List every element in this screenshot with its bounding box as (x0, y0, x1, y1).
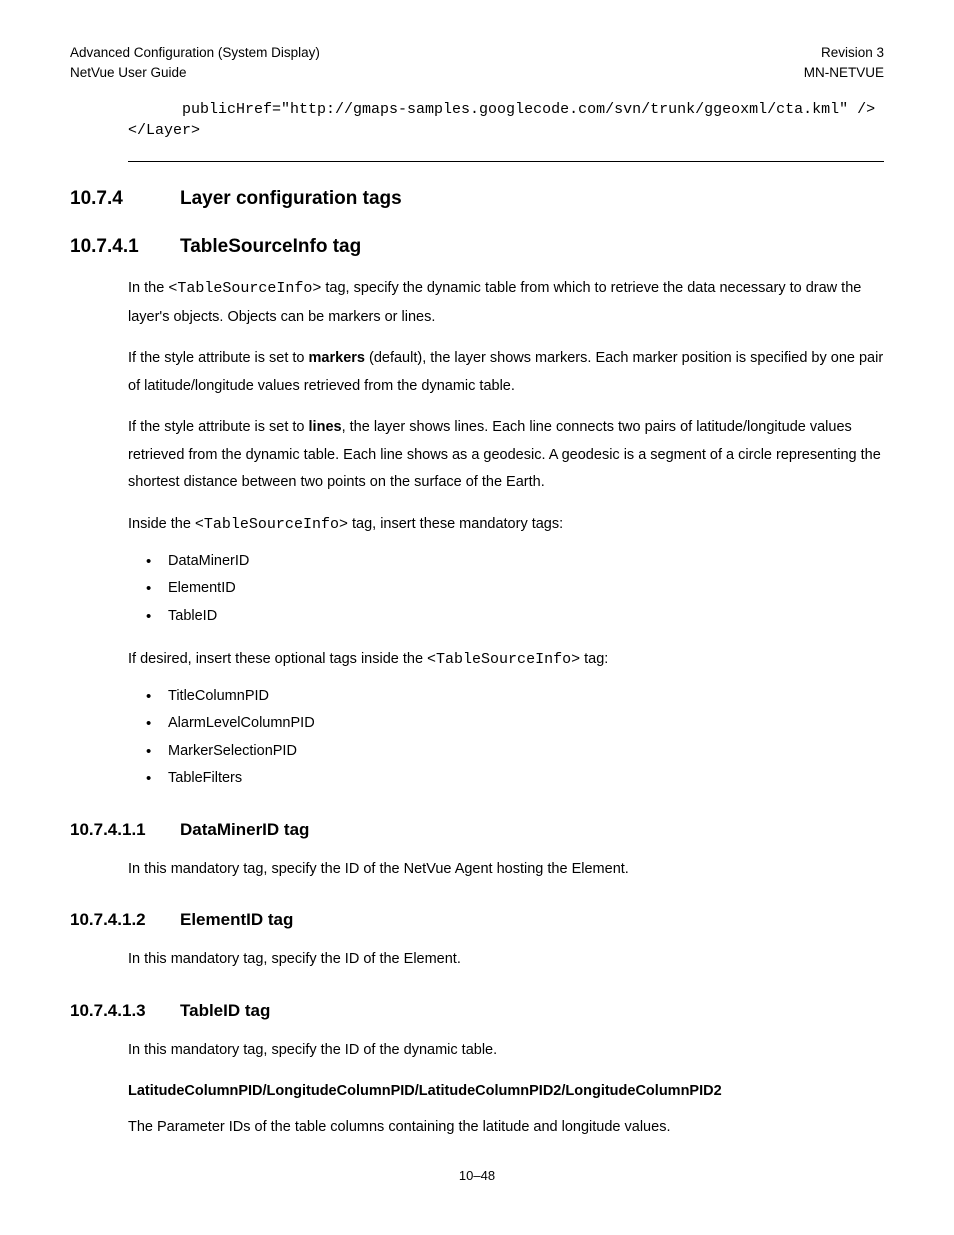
heading-title: DataMinerID tag (180, 819, 309, 842)
paragraph-tableid: In this mandatory tag, specify the ID of… (128, 1037, 884, 1065)
page-header-line1: Advanced Configuration (System Display) … (70, 44, 884, 62)
paragraph-lines: If the style attribute is set to lines, … (128, 414, 884, 497)
paragraph-intro: In the <TableSourceInfo> tag, specify th… (128, 275, 884, 331)
section-body-tablesourceinfo: In the <TableSourceInfo> tag, specify th… (128, 275, 884, 793)
paragraph-latlong-desc: The Parameter IDs of the table columns c… (128, 1114, 884, 1142)
list-item: TitleColumnPID (146, 683, 884, 711)
heading-number: 10.7.4.1.1 (70, 819, 180, 842)
heading-title: TableID tag (180, 1000, 270, 1023)
list-item: ElementID (146, 575, 884, 603)
code-line-2: </Layer> (128, 122, 200, 139)
heading-title: TableSourceInfo tag (180, 234, 361, 260)
style-lines: lines (309, 419, 342, 435)
paragraph-dataminerid: In this mandatory tag, specify the ID of… (128, 856, 884, 884)
list-item: MarkerSelectionPID (146, 738, 884, 766)
paragraph-optional-intro: If desired, insert these optional tags i… (128, 646, 884, 675)
list-item: DataMinerID (146, 548, 884, 576)
header-left-2: NetVue User Guide (70, 64, 187, 82)
heading-10-7-4-1-2: 10.7.4.1.2 ElementID tag (70, 909, 884, 932)
tag-tablesourceinfo: <TableSourceInfo> (168, 280, 321, 297)
code-block-layer: publicHref="http://gmaps-samples.googlec… (128, 100, 884, 141)
heading-10-7-4: 10.7.4 Layer configuration tags (70, 186, 884, 212)
style-markers: markers (309, 350, 365, 366)
heading-10-7-4-1-1: 10.7.4.1.1 DataMinerID tag (70, 819, 884, 842)
heading-number: 10.7.4.1 (70, 234, 180, 260)
section-body-tableid: In this mandatory tag, specify the ID of… (128, 1037, 884, 1142)
paragraph-mandatory-intro: Inside the <TableSourceInfo> tag, insert… (128, 511, 884, 540)
section-body-dataminerid: In this mandatory tag, specify the ID of… (128, 856, 884, 884)
list-mandatory-tags: DataMinerID ElementID TableID (128, 548, 884, 631)
header-left-1: Advanced Configuration (System Display) (70, 44, 320, 62)
list-optional-tags: TitleColumnPID AlarmLevelColumnPID Marke… (128, 683, 884, 793)
heading-10-7-4-1-3: 10.7.4.1.3 TableID tag (70, 1000, 884, 1023)
tag-tablesourceinfo: <TableSourceInfo> (427, 651, 580, 668)
heading-number: 10.7.4.1.3 (70, 1000, 180, 1023)
heading-title: ElementID tag (180, 909, 293, 932)
heading-10-7-4-1: 10.7.4.1 TableSourceInfo tag (70, 234, 884, 260)
heading-number: 10.7.4 (70, 186, 180, 212)
paragraph-latlong-heading: LatitudeColumnPID/LongitudeColumnPID/Lat… (128, 1078, 884, 1106)
heading-title: Layer configuration tags (180, 186, 402, 212)
header-right-2: MN-NETVUE (804, 64, 884, 82)
tag-tablesourceinfo: <TableSourceInfo> (195, 516, 348, 533)
list-item: TableID (146, 603, 884, 631)
page-header-line2: NetVue User Guide MN-NETVUE (70, 64, 884, 82)
horizontal-rule (128, 161, 884, 162)
page-footer: 10–48 (70, 1167, 884, 1185)
list-item: AlarmLevelColumnPID (146, 710, 884, 738)
code-line-1: publicHref="http://gmaps-samples.googlec… (128, 101, 875, 118)
header-right-1: Revision 3 (821, 44, 884, 62)
section-body-elementid: In this mandatory tag, specify the ID of… (128, 946, 884, 974)
paragraph-markers: If the style attribute is set to markers… (128, 345, 884, 400)
paragraph-elementid: In this mandatory tag, specify the ID of… (128, 946, 884, 974)
list-item: TableFilters (146, 765, 884, 793)
heading-number: 10.7.4.1.2 (70, 909, 180, 932)
